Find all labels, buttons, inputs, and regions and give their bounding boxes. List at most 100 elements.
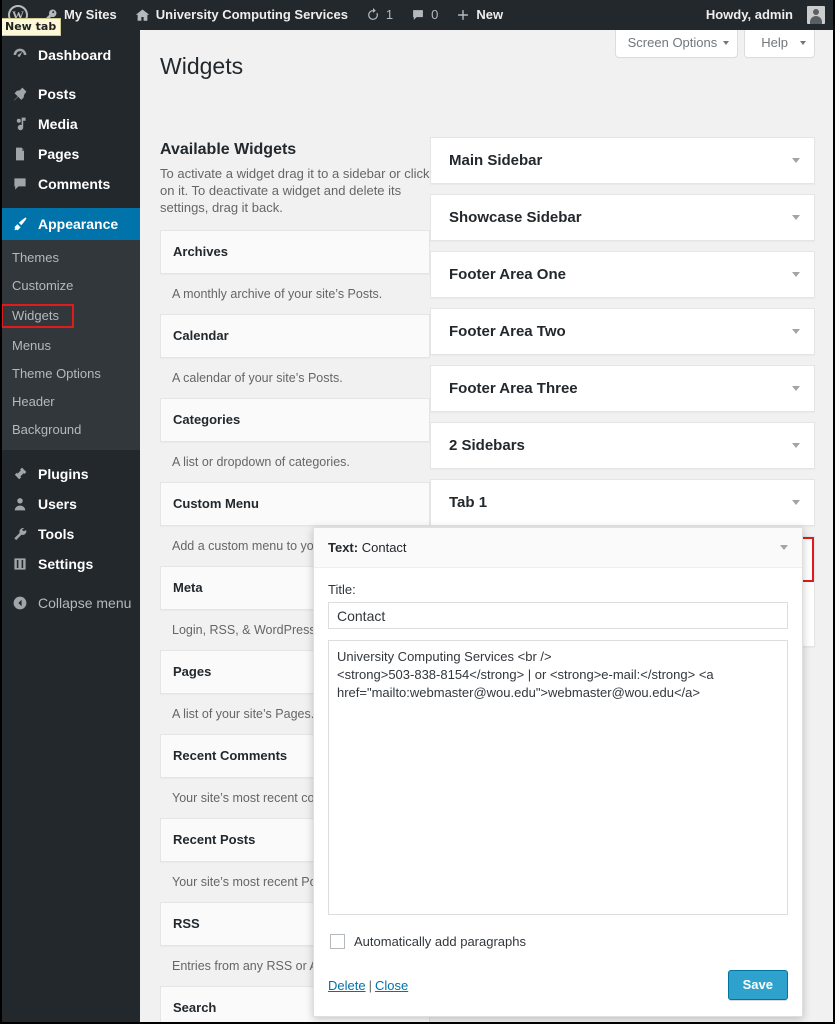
- sidebar-item-posts-label: Posts: [38, 86, 77, 102]
- available-widget-custom-menu[interactable]: Custom Menu: [160, 482, 430, 526]
- submenu-item-widgets-label: Widgets: [1, 304, 74, 328]
- submenu-item-theme-options[interactable]: Theme Options: [0, 360, 140, 388]
- sidebar-item-media[interactable]: Media: [0, 109, 140, 139]
- new-content-menu[interactable]: New: [447, 0, 512, 30]
- users-icon: [11, 495, 29, 513]
- dashboard-icon: [11, 46, 29, 64]
- pin-icon: [11, 85, 29, 103]
- available-widget-calendar[interactable]: Calendar: [160, 314, 430, 358]
- available-widget-title: Calendar: [161, 315, 429, 357]
- submenu-item-background[interactable]: Background: [0, 416, 140, 444]
- sidebar-item-settings[interactable]: Settings: [0, 549, 140, 579]
- submenu-item-header[interactable]: Header: [0, 388, 140, 416]
- link-separator: |: [368, 977, 372, 993]
- sidebar-item-plugins[interactable]: Plugins: [0, 459, 140, 489]
- sidebar-panel-footer-area-three[interactable]: Footer Area Three: [430, 365, 815, 412]
- delete-link[interactable]: Delete: [328, 978, 366, 993]
- my-sites-label: My Sites: [64, 7, 117, 22]
- chevron-down-icon[interactable]: [792, 158, 800, 163]
- sidebar-panel-title: Footer Area One: [449, 266, 566, 283]
- submenu-item-widgets[interactable]: Widgets: [0, 300, 140, 332]
- collapse-menu-label: Collapse menu: [38, 595, 132, 611]
- admin-bar: W New tab My Sites University Computing …: [0, 0, 835, 36]
- sidebar-panel-header[interactable]: Showcase Sidebar: [431, 195, 814, 240]
- chevron-down-icon[interactable]: [780, 545, 788, 550]
- sidebar-item-dashboard[interactable]: Dashboard: [0, 40, 140, 70]
- auto-paragraph-checkbox[interactable]: [330, 934, 345, 949]
- auto-paragraph-row[interactable]: Automatically add paragraphs: [328, 920, 788, 949]
- help-button[interactable]: Help: [744, 30, 815, 58]
- chevron-down-icon[interactable]: [792, 386, 800, 391]
- comments-count: 0: [431, 7, 439, 22]
- appearance-submenu: Themes Customize Widgets Menus Theme Opt…: [0, 240, 140, 450]
- submenu-item-themes[interactable]: Themes: [0, 244, 140, 272]
- sidebar-panel-showcase-sidebar[interactable]: Showcase Sidebar: [430, 194, 815, 241]
- sidebar-item-settings-label: Settings: [38, 556, 94, 572]
- sidebar-item-posts[interactable]: Posts: [0, 79, 140, 109]
- widget-editor-body: Title: Automatically add paragraphs: [314, 568, 802, 959]
- sidebar-item-appearance-label: Appearance: [38, 216, 119, 232]
- sidebar-panel-footer-area-two[interactable]: Footer Area Two: [430, 308, 815, 355]
- sidebar-panel-header[interactable]: Footer Area One: [431, 252, 814, 297]
- updates-menu[interactable]: 1: [357, 0, 402, 30]
- collapse-icon: [11, 594, 29, 612]
- menu-separator-3: [0, 450, 140, 459]
- widget-editor-name: Contact: [361, 540, 407, 555]
- sidebar-item-appearance[interactable]: Appearance: [0, 208, 140, 240]
- help-label: Help: [761, 35, 788, 50]
- sidebar-panel-header[interactable]: Tab 1: [431, 480, 814, 525]
- menu-separator-2: [0, 199, 140, 208]
- content-textarea[interactable]: [328, 640, 788, 915]
- sidebar-panel-title: 2 Sidebars: [449, 437, 525, 454]
- comment-bubble-icon: [413, 10, 424, 20]
- new-tab-tooltip: New tab: [0, 18, 62, 36]
- screen-options-button[interactable]: Screen Options: [614, 30, 739, 58]
- sidebar-panel-header[interactable]: 2 Sidebars: [431, 423, 814, 468]
- sidebar-panel-tab-1[interactable]: Tab 1: [430, 479, 815, 526]
- sidebar-panel-footer-area-one[interactable]: Footer Area One: [430, 251, 815, 298]
- sidebar-panel-header[interactable]: Footer Area Three: [431, 366, 814, 411]
- comments-menu[interactable]: 0: [402, 0, 447, 30]
- paintbrush-icon: [11, 215, 29, 233]
- collapse-menu-button[interactable]: Collapse menu: [0, 588, 140, 618]
- sidebar-panel-title: Footer Area Three: [449, 380, 578, 397]
- save-button[interactable]: Save: [727, 970, 788, 1000]
- submenu-item-menus[interactable]: Menus: [0, 332, 140, 360]
- sidebar-item-tools[interactable]: Tools: [0, 519, 140, 549]
- chevron-down-icon[interactable]: [792, 272, 800, 277]
- available-widget-title: Categories: [161, 399, 429, 441]
- sidebar-panel-2-sidebars[interactable]: 2 Sidebars: [430, 422, 815, 469]
- menu-separator: [0, 70, 140, 79]
- sidebar-item-pages[interactable]: Pages: [0, 139, 140, 169]
- howdy-label: Howdy, admin: [705, 7, 793, 22]
- sidebar-item-users[interactable]: Users: [0, 489, 140, 519]
- sidebar-panel-header[interactable]: Footer Area Two: [431, 309, 814, 354]
- plugins-icon: [11, 465, 29, 483]
- submenu-item-customize[interactable]: Customize: [0, 272, 140, 300]
- chevron-down-icon[interactable]: [792, 215, 800, 220]
- sidebar-item-comments[interactable]: Comments: [0, 169, 140, 199]
- chevron-down-icon[interactable]: [792, 329, 800, 334]
- widget-editor-links: Delete | Close: [328, 978, 408, 993]
- sidebar-panel-header[interactable]: Main Sidebar: [431, 138, 814, 183]
- available-widget-archives[interactable]: Archives: [160, 230, 430, 274]
- sidebar-item-pages-label: Pages: [38, 146, 80, 162]
- wp-logo-menu[interactable]: W New tab: [0, 0, 62, 36]
- chevron-down-icon[interactable]: [792, 443, 800, 448]
- chevron-down-icon: [723, 41, 730, 45]
- chevron-down-icon: [800, 41, 806, 45]
- sidebar-panel-title: Main Sidebar: [449, 152, 543, 169]
- widget-editor-header[interactable]: Text: Contact: [314, 528, 802, 568]
- chevron-down-icon[interactable]: [792, 500, 800, 505]
- wrench-icon: [11, 525, 29, 543]
- available-widgets-description: To activate a widget drag it to a sideba…: [160, 166, 430, 215]
- close-link[interactable]: Close: [375, 978, 408, 993]
- screen-meta-links: Screen Options Help: [614, 30, 815, 58]
- widget-editor-footer: Delete | Close Save: [314, 959, 802, 1016]
- sidebar-item-media-label: Media: [38, 116, 78, 132]
- title-input[interactable]: [328, 602, 788, 629]
- site-name-menu[interactable]: University Computing Services: [126, 0, 357, 30]
- available-widget-categories[interactable]: Categories: [160, 398, 430, 442]
- sidebar-panel-main-sidebar[interactable]: Main Sidebar: [430, 137, 815, 184]
- my-account-menu[interactable]: Howdy, admin: [697, 0, 829, 30]
